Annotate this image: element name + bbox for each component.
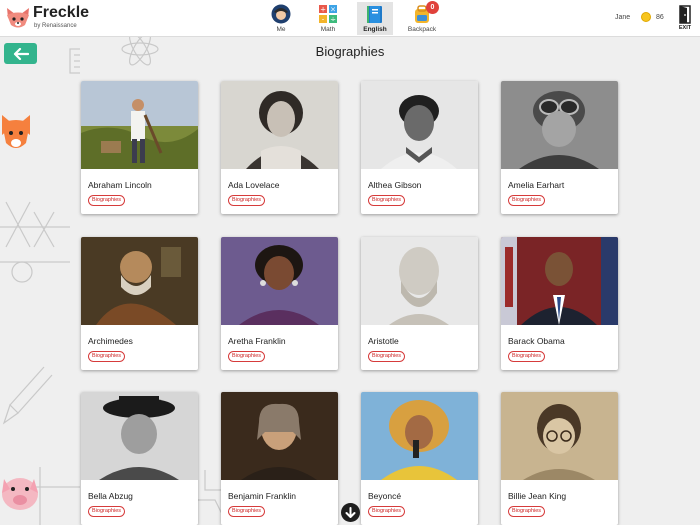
card-name: Archimedes (88, 336, 133, 346)
card-image (81, 81, 198, 169)
card-image (221, 237, 338, 325)
nav-math-label: Math (320, 26, 336, 33)
nav-me-label: Me (276, 26, 286, 33)
nav-english[interactable]: English (357, 2, 393, 35)
category-tag: Biographies (88, 195, 126, 206)
svg-text:÷: ÷ (330, 16, 336, 24)
card-image (221, 392, 338, 480)
avatar-icon (271, 4, 291, 24)
card-name: Aristotle (368, 336, 399, 346)
card-name: Abraham Lincoln (88, 180, 152, 190)
category-tag: Biographies (508, 351, 546, 362)
category-tag: Biographies (368, 506, 406, 517)
biography-card-beyonce[interactable]: Beyoncé Biographies (361, 392, 478, 525)
card-image (361, 392, 478, 480)
biography-card-barack-obama[interactable]: Barack Obama Biographies (501, 237, 618, 370)
coin-icon (641, 12, 651, 22)
scroll-down-button[interactable] (341, 503, 360, 522)
book-icon (365, 4, 385, 24)
biography-card-archimedes[interactable]: Archimedes Biographies (81, 237, 198, 370)
exit-door-icon (679, 5, 691, 24)
user-name: Jane (615, 14, 631, 21)
nav-backpack-label: Backpack (407, 26, 437, 33)
nav-backpack[interactable]: 0 Backpack (404, 1, 440, 35)
nav-me[interactable]: Me (263, 2, 299, 35)
category-tag: Biographies (508, 506, 546, 517)
biography-card-benjamin-franklin[interactable]: Benjamin Franklin Biographies (221, 392, 338, 525)
svg-text:+: + (320, 6, 326, 14)
pig-doodle-icon (2, 478, 38, 510)
top-bar: Freckle by Renaissance Me + × - ÷ Math E… (0, 0, 700, 37)
card-name: Benjamin Franklin (228, 491, 297, 501)
card-image (221, 81, 338, 169)
category-tag: Biographies (228, 506, 266, 517)
category-tag: Biographies (88, 351, 126, 362)
card-image (501, 392, 618, 480)
nav-math[interactable]: + × - ÷ Math (310, 2, 346, 35)
card-image (361, 81, 478, 169)
card-name: Aretha Franklin (228, 336, 286, 346)
math-grid-icon: + × - ÷ (318, 4, 338, 24)
logo-text: Freckle (33, 4, 90, 21)
card-image (361, 237, 478, 325)
card-name: Beyoncé (368, 491, 402, 501)
biography-card-abraham-lincoln[interactable]: Abraham Lincoln Biographies (81, 81, 198, 214)
biography-card-amelia-earhart[interactable]: Amelia Earhart Biographies (501, 81, 618, 214)
card-name: Amelia Earhart (508, 180, 565, 190)
logo-subtitle: by Renaissance (34, 23, 77, 29)
page-title: Biographies (315, 44, 385, 59)
category-tag: Biographies (508, 195, 546, 206)
biography-card-althea-gibson[interactable]: Althea Gibson Biographies (361, 81, 478, 214)
category-tag: Biographies (368, 195, 406, 206)
arrow-down-icon (345, 506, 356, 518)
category-tag: Biographies (368, 351, 406, 362)
card-name: Billie Jean King (508, 491, 567, 501)
category-tag: Biographies (88, 506, 126, 517)
category-tag: Biographies (228, 351, 266, 362)
biography-card-billie-jean-king[interactable]: Billie Jean King Biographies (501, 392, 618, 525)
biography-card-ada-lovelace[interactable]: Ada Lovelace Biographies (221, 81, 338, 214)
exit-button[interactable]: EXIT (676, 4, 694, 32)
biography-card-bella-abzug[interactable]: Bella Abzug Biographies (81, 392, 198, 525)
backpack-badge: 0 (426, 1, 439, 14)
card-name: Ada Lovelace (228, 180, 280, 190)
biography-card-aretha-franklin[interactable]: Aretha Franklin Biographies (221, 237, 338, 370)
card-image (81, 237, 198, 325)
background-doodles-left (0, 48, 80, 525)
nav-english-label: English (363, 26, 387, 33)
card-image (501, 237, 618, 325)
coin-count: 86 (656, 14, 664, 21)
card-image (81, 392, 198, 480)
svg-text:×: × (330, 6, 336, 14)
category-tag: Biographies (228, 195, 266, 206)
card-name: Bella Abzug (88, 491, 133, 501)
biography-card-aristotle[interactable]: Aristotle Biographies (361, 237, 478, 370)
card-name: Barack Obama (508, 336, 565, 346)
freckle-logo-icon (5, 6, 31, 30)
exit-label: EXIT (678, 25, 692, 31)
card-name: Althea Gibson (368, 180, 422, 190)
fox-doodle-icon (2, 115, 30, 148)
card-image (501, 81, 618, 169)
